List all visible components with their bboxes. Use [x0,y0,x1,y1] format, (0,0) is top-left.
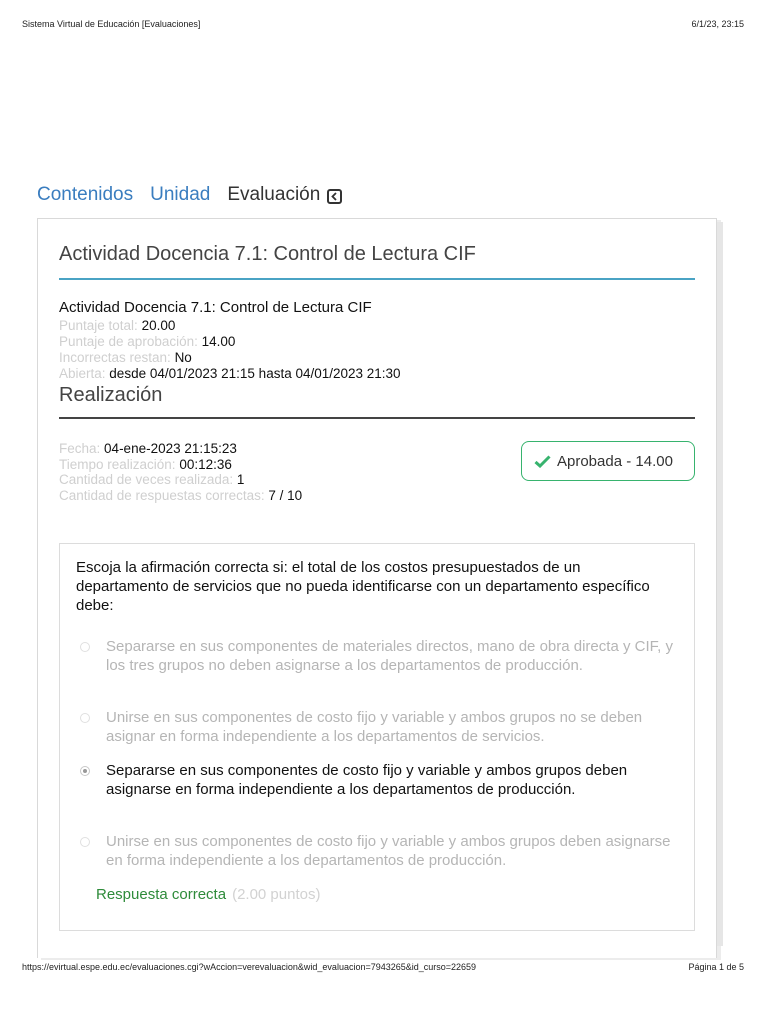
veces-label: Cantidad de veces realizada: [59,472,234,487]
activity-title: Actividad Docencia 7.1: Control de Lectu… [59,243,695,280]
activity-subtitle: Actividad Docencia 7.1: Control de Lectu… [59,299,372,316]
answer-option-2[interactable]: Unirse en sus componentes de costo fijo … [80,708,680,746]
meta-row-tiempo: Tiempo realización: 00:12:36 [59,457,302,473]
info-row-puntaje-total: Puntaje total: 20.00 [59,318,401,334]
activity-info: Actividad Docencia 7.1: Control de Lectu… [59,300,401,382]
answer-option-1[interactable]: Separarse en sus componentes de material… [80,637,680,675]
puntaje-total-value: 20.00 [141,318,176,333]
answer-option-3[interactable]: Separarse en sus componentes de costo fi… [80,761,680,799]
incorrectas-label: Incorrectas restan: [59,350,171,365]
correctas-label: Cantidad de respuestas correctas: [59,487,265,503]
print-header-date: 6/1/23, 23:15 [691,19,744,29]
answer-option-text: Unirse en sus componentes de costo fijo … [106,709,643,745]
radio-button-selected[interactable] [80,766,90,776]
realizacion-heading: Realización [59,384,695,419]
print-header-title: Sistema Virtual de Educación [Evaluacion… [22,19,201,29]
fecha-label: Fecha: [59,441,101,456]
veces-value: 1 [236,472,245,487]
answer-option-text: Separarse en sus componentes de material… [106,638,673,674]
nav-unidad-link[interactable]: Unidad [150,184,210,206]
print-header: Sistema Virtual de Educación [Evaluacion… [22,19,744,29]
panel-shadow [717,222,723,946]
status-badge-label: Aprobada - 14.00 [557,452,673,470]
nav-contenidos-link[interactable]: Contenidos [37,184,133,206]
abierta-value: desde 04/01/2023 21:15 hasta 04/01/2023 … [109,366,401,381]
answer-option-text: Separarse en sus componentes de costo fi… [106,762,628,798]
chevron-left-icon[interactable] [327,188,343,204]
info-row-abierta: Abierta: desde 04/01/2023 21:15 hasta 04… [59,366,401,382]
meta-row-correctas: Cantidad de respuestas correctas: 7 / 10 [59,488,302,504]
incorrectas-value: No [174,350,192,365]
radio-button[interactable] [80,713,90,723]
question-text: Escoja la afirmación correcta si: el tot… [76,559,650,614]
result-label: Respuesta correcta [96,886,227,903]
answer-result: Respuesta correcta (2.00 puntos) [96,886,320,903]
answer-option-4[interactable]: Unirse en sus componentes de costo fijo … [80,832,680,870]
print-footer-page: Página 1 de 5 [688,962,744,972]
abierta-label: Abierta: [59,366,106,381]
print-footer: https://evirtual.espe.edu.ec/evaluacione… [22,962,744,972]
fecha-value: 04-ene-2023 21:15:23 [104,441,237,456]
answer-option-text: Unirse en sus componentes de costo fijo … [106,833,671,869]
result-points: (2.00 puntos) [232,886,321,903]
print-footer-url: https://evirtual.espe.edu.ec/evaluacione… [22,962,477,972]
radio-button[interactable] [80,642,90,652]
tiempo-label: Tiempo realización: [59,456,176,472]
correctas-value: 7 / 10 [268,487,303,503]
realizacion-meta: Fecha: 04-ene-2023 21:15:23 Tiempo reali… [59,441,302,503]
meta-row-fecha: Fecha: 04-ene-2023 21:15:23 [59,441,302,457]
check-icon [534,454,551,468]
tiempo-value: 00:12:36 [179,456,232,472]
info-row-puntaje-aprobacion: Puntaje de aprobación: 14.00 [59,334,401,350]
info-row-incorrectas: Incorrectas restan: No [59,350,401,366]
radio-button[interactable] [80,837,90,847]
puntaje-aprobacion-value: 14.00 [201,334,236,349]
status-badge: Aprobada - 14.00 [521,441,695,481]
meta-row-veces: Cantidad de veces realizada: 1 [59,472,302,488]
puntaje-total-label: Puntaje total: [59,318,138,333]
puntaje-aprobacion-label: Puntaje de aprobación: [59,334,198,349]
nav-evaluacion-current: Evaluación [227,184,321,205]
course-nav: Contenidos Unidad Evaluación [37,184,343,206]
